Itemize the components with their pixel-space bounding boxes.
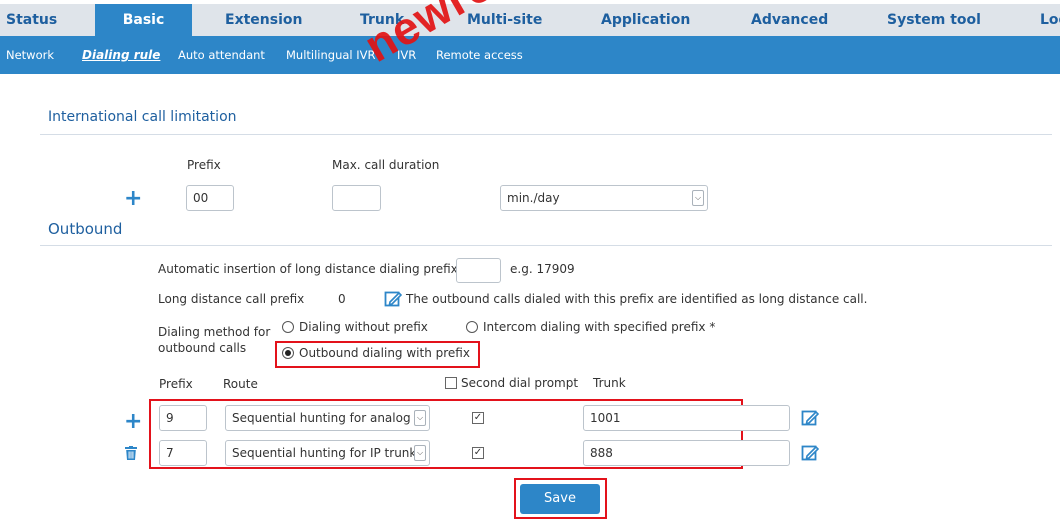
chevron-down-icon: ⌵	[414, 410, 426, 426]
option-outbound-dialing-with-prefix: Outbound dialing with prefix	[299, 346, 470, 360]
intl-duration-header: Max. call duration	[332, 158, 440, 172]
intl-unit-select[interactable]: min./day ⌵	[500, 185, 708, 211]
row-route-value: Sequential hunting for analog t	[232, 411, 420, 425]
long-distance-note: The outbound calls dialed with this pref…	[406, 292, 868, 306]
outbound-section-title: Outbound	[48, 220, 123, 238]
nav-application[interactable]: Application	[601, 4, 690, 36]
subnav-multilingual-ivr[interactable]: Multilingual IVR	[286, 36, 376, 74]
row-second-dial-checkbox[interactable]: ✓	[472, 412, 484, 424]
auto-insert-input[interactable]	[456, 258, 501, 283]
intl-duration-input[interactable]	[332, 185, 381, 211]
long-distance-label: Long distance call prefix	[158, 292, 305, 306]
option-intercom-dialing: Intercom dialing with specified prefix *	[483, 320, 716, 334]
chevron-down-icon: ⌵	[414, 445, 426, 461]
nav-extension[interactable]: Extension	[225, 4, 302, 36]
row-trunk-input[interactable]: 888	[583, 440, 790, 466]
radio-outbound-dialing-with-prefix[interactable]	[282, 347, 294, 359]
subnav-dialing-rule[interactable]: Dialing rule	[82, 36, 160, 74]
long-distance-value: 0	[338, 292, 346, 306]
nav-status[interactable]: Status	[6, 4, 57, 36]
auto-insert-label: Automatic insertion of long distance dia…	[158, 262, 458, 276]
col-route-header: Route	[223, 377, 258, 391]
subnav-remote-access[interactable]: Remote access	[436, 36, 523, 74]
nav-log[interactable]: Log	[1040, 4, 1060, 36]
second-dial-all-checkbox[interactable]	[445, 377, 457, 389]
col-trunk-header: Trunk	[593, 376, 626, 390]
nav-system-tool[interactable]: System tool	[887, 4, 981, 36]
radio-dialing-without-prefix[interactable]	[282, 321, 294, 333]
top-nav: Status Basic Extension Trunk Multi-site …	[0, 0, 1060, 36]
save-button[interactable]: Save	[520, 484, 600, 514]
col-second-dial-header: Second dial prompt	[461, 376, 579, 390]
edit-icon[interactable]	[801, 444, 819, 462]
intl-unit-value: min./day	[507, 191, 560, 205]
intl-prefix-input[interactable]: 00	[186, 185, 234, 211]
nav-advanced[interactable]: Advanced	[751, 4, 828, 36]
intl-prefix-header: Prefix	[187, 158, 221, 172]
add-icon[interactable]: +	[124, 188, 142, 210]
sub-nav: Network Dialing rule Auto attendant Mult…	[0, 36, 1060, 74]
edit-icon[interactable]	[801, 409, 819, 427]
auto-insert-example: e.g. 17909	[510, 262, 575, 276]
dialing-method-label-line1: Dialing method for	[158, 325, 271, 339]
nav-basic[interactable]: Basic	[95, 4, 192, 36]
row-second-dial-checkbox[interactable]: ✓	[472, 447, 484, 459]
subnav-auto-attendant[interactable]: Auto attendant	[178, 36, 265, 74]
international-section-title: International call limitation	[48, 109, 237, 125]
row-prefix-input[interactable]: 7	[159, 440, 207, 466]
row-route-value: Sequential hunting for IP trunk	[232, 446, 417, 460]
row-trunk-input[interactable]: 1001	[583, 405, 790, 431]
section-divider	[40, 134, 1052, 135]
section-divider	[40, 245, 1052, 246]
chevron-down-icon: ⌵	[692, 190, 704, 206]
trash-icon[interactable]	[125, 446, 137, 460]
col-prefix-header: Prefix	[159, 377, 193, 391]
row-route-select[interactable]: Sequential hunting for analog t ⌵	[225, 405, 430, 431]
row-route-select[interactable]: Sequential hunting for IP trunk ⌵	[225, 440, 430, 466]
row-prefix-input[interactable]: 9	[159, 405, 207, 431]
subnav-network[interactable]: Network	[6, 36, 54, 74]
dialing-method-label-line2: outbound calls	[158, 341, 247, 355]
option-dialing-without-prefix: Dialing without prefix	[299, 320, 428, 334]
radio-intercom-dialing[interactable]	[466, 321, 478, 333]
add-icon[interactable]: +	[124, 411, 142, 433]
edit-icon[interactable]	[384, 290, 402, 308]
